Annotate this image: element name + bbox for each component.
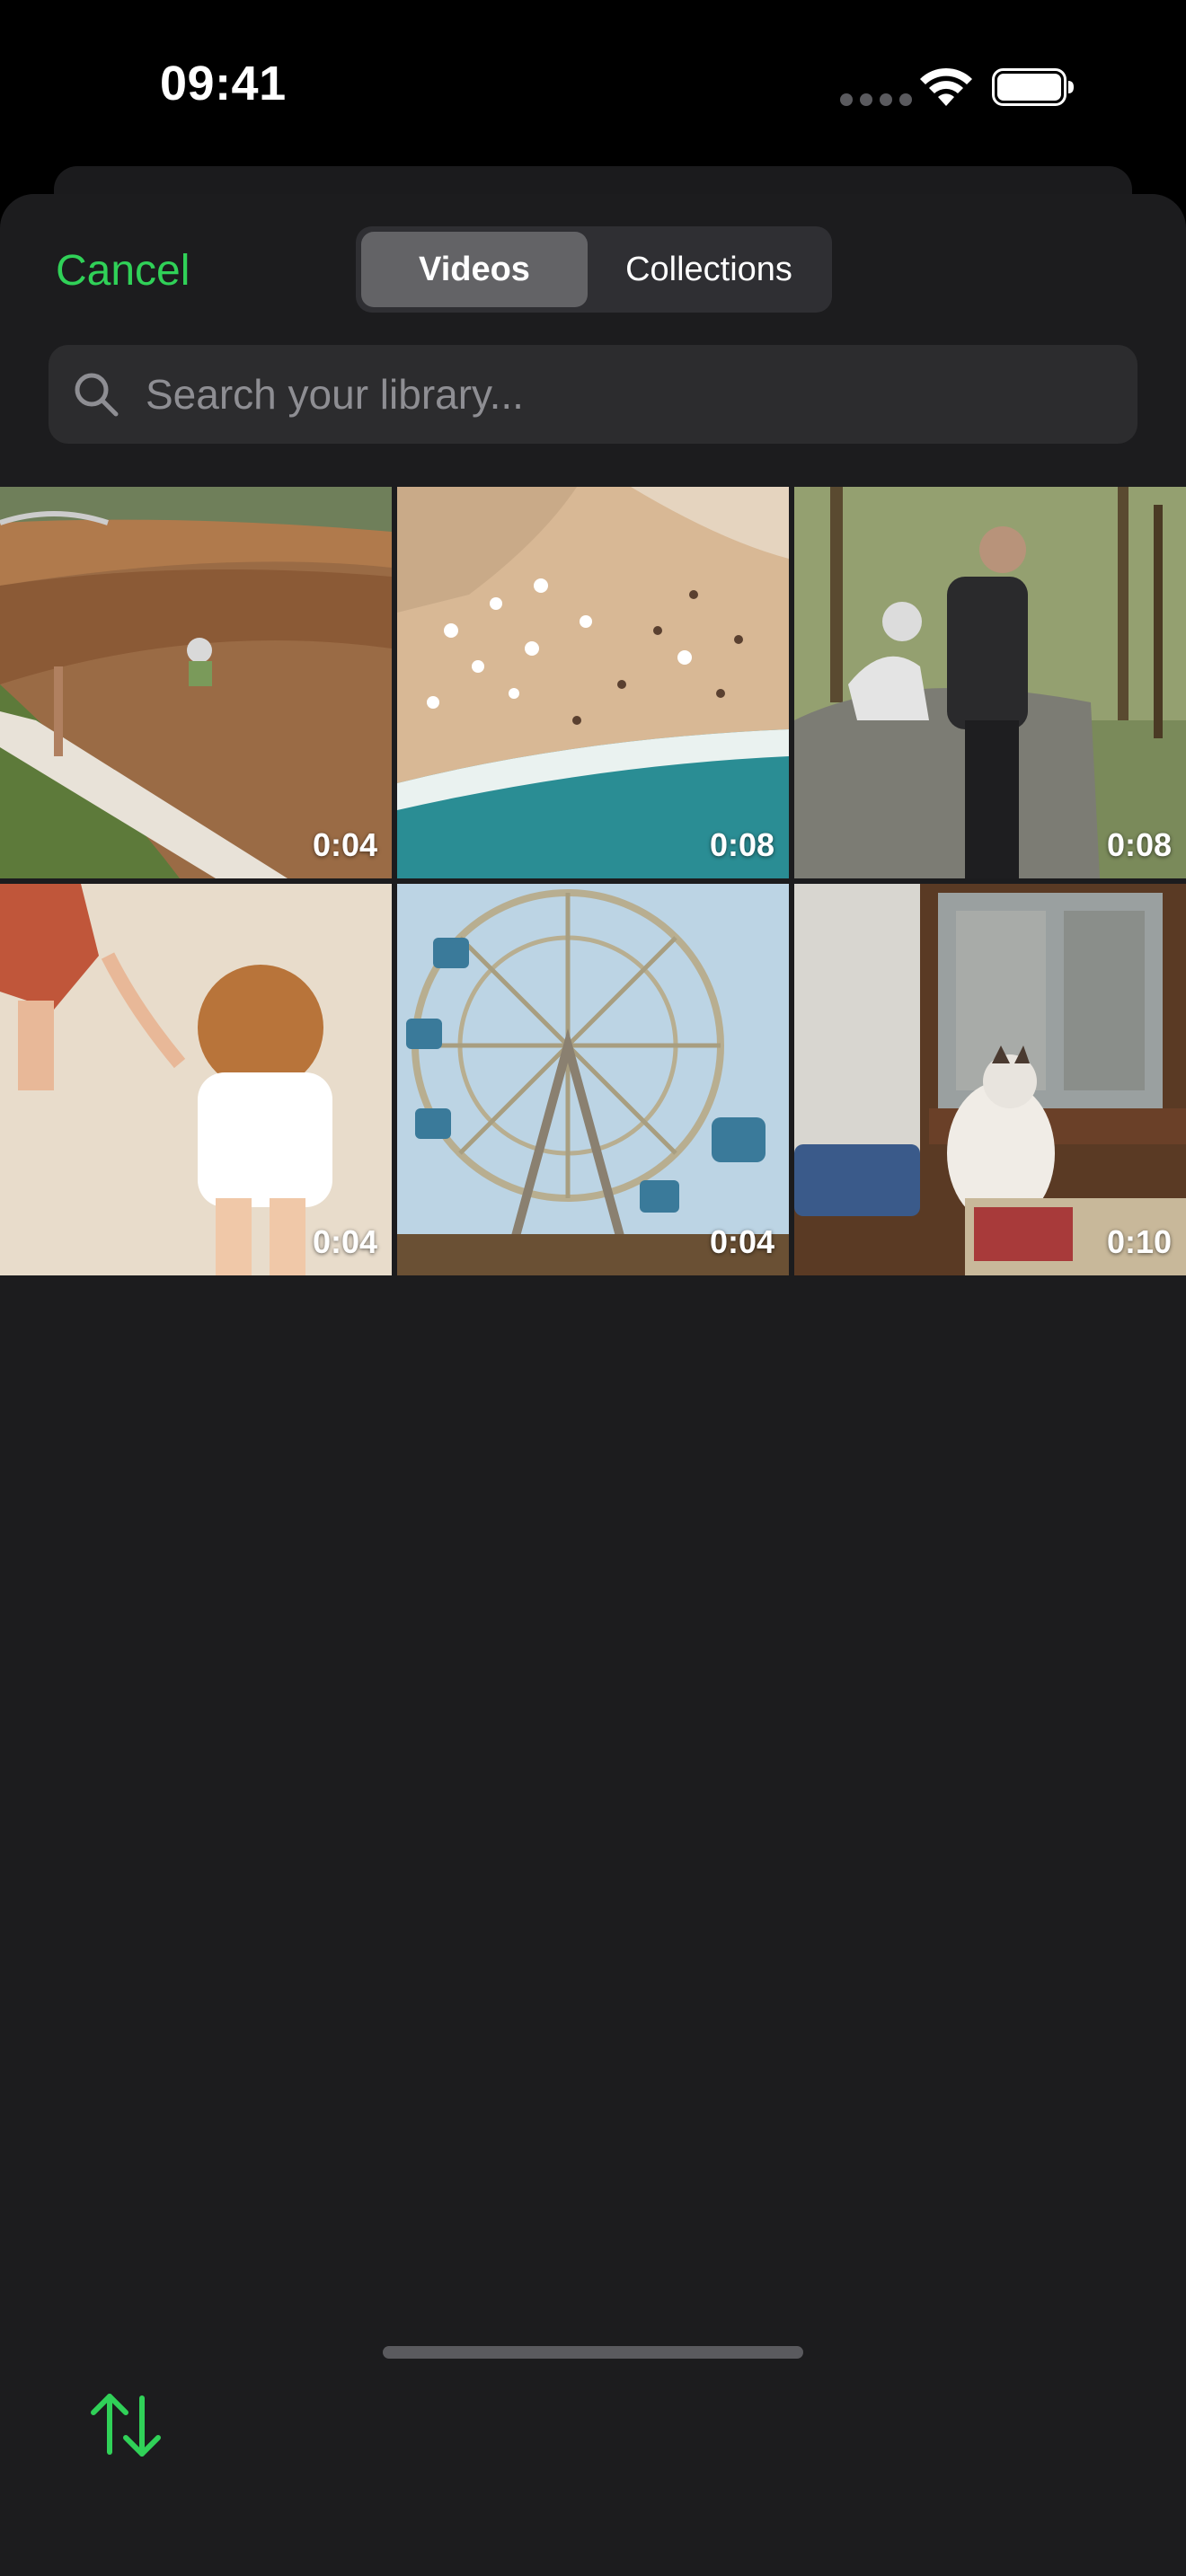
search-input[interactable]: [146, 345, 1116, 444]
cat-by-window-thumbnail-image: [794, 884, 1186, 1275]
tab-collections[interactable]: Collections: [591, 232, 827, 307]
beach-thumbnail-image: [397, 487, 789, 878]
wifi-icon: [920, 67, 972, 106]
search-icon: [75, 373, 119, 417]
library-segmented-control: Videos Collections: [356, 226, 832, 313]
search-bar[interactable]: [49, 345, 1137, 444]
screen: 09:41 Cancel Videos Collections Search y…: [0, 0, 1186, 2576]
motocross-thumbnail-image: [0, 487, 392, 878]
sort-arrows-icon[interactable]: [86, 2386, 165, 2465]
video-thumbnail[interactable]: 0:04: [0, 487, 392, 878]
video-duration: 0:04: [312, 826, 377, 863]
cancel-button[interactable]: Cancel: [56, 246, 190, 296]
video-thumbnail[interactable]: 0:08: [794, 487, 1186, 878]
video-thumbnail[interactable]: 0:04: [0, 884, 392, 1275]
video-duration: 0:04: [312, 1223, 377, 1260]
status-time: 09:41: [160, 57, 287, 110]
video-grid: 0:04 0:08 0:08 0:04 0:04 0:10: [0, 487, 1186, 1275]
video-picker-sheet: Cancel Videos Collections Search your li…: [0, 194, 1186, 2576]
video-thumbnail[interactable]: 0:04: [397, 884, 789, 1275]
video-thumbnail[interactable]: 0:08: [397, 487, 789, 878]
child-on-sand-thumbnail-image: [0, 884, 392, 1275]
ferris-wheel-thumbnail-image: [397, 884, 789, 1275]
video-duration: 0:10: [1106, 1223, 1172, 1260]
status-bar: 09:41: [0, 0, 1186, 171]
cellular-signal-icon: [840, 93, 912, 106]
man-and-dog-thumbnail-image: [794, 487, 1186, 878]
video-duration: 0:08: [709, 826, 774, 863]
tab-videos[interactable]: Videos: [361, 232, 588, 307]
battery-icon: [992, 68, 1074, 106]
video-duration: 0:04: [709, 1223, 774, 1260]
video-thumbnail[interactable]: 0:10: [794, 884, 1186, 1275]
video-duration: 0:08: [1106, 826, 1172, 863]
home-indicator: [383, 2346, 803, 2359]
